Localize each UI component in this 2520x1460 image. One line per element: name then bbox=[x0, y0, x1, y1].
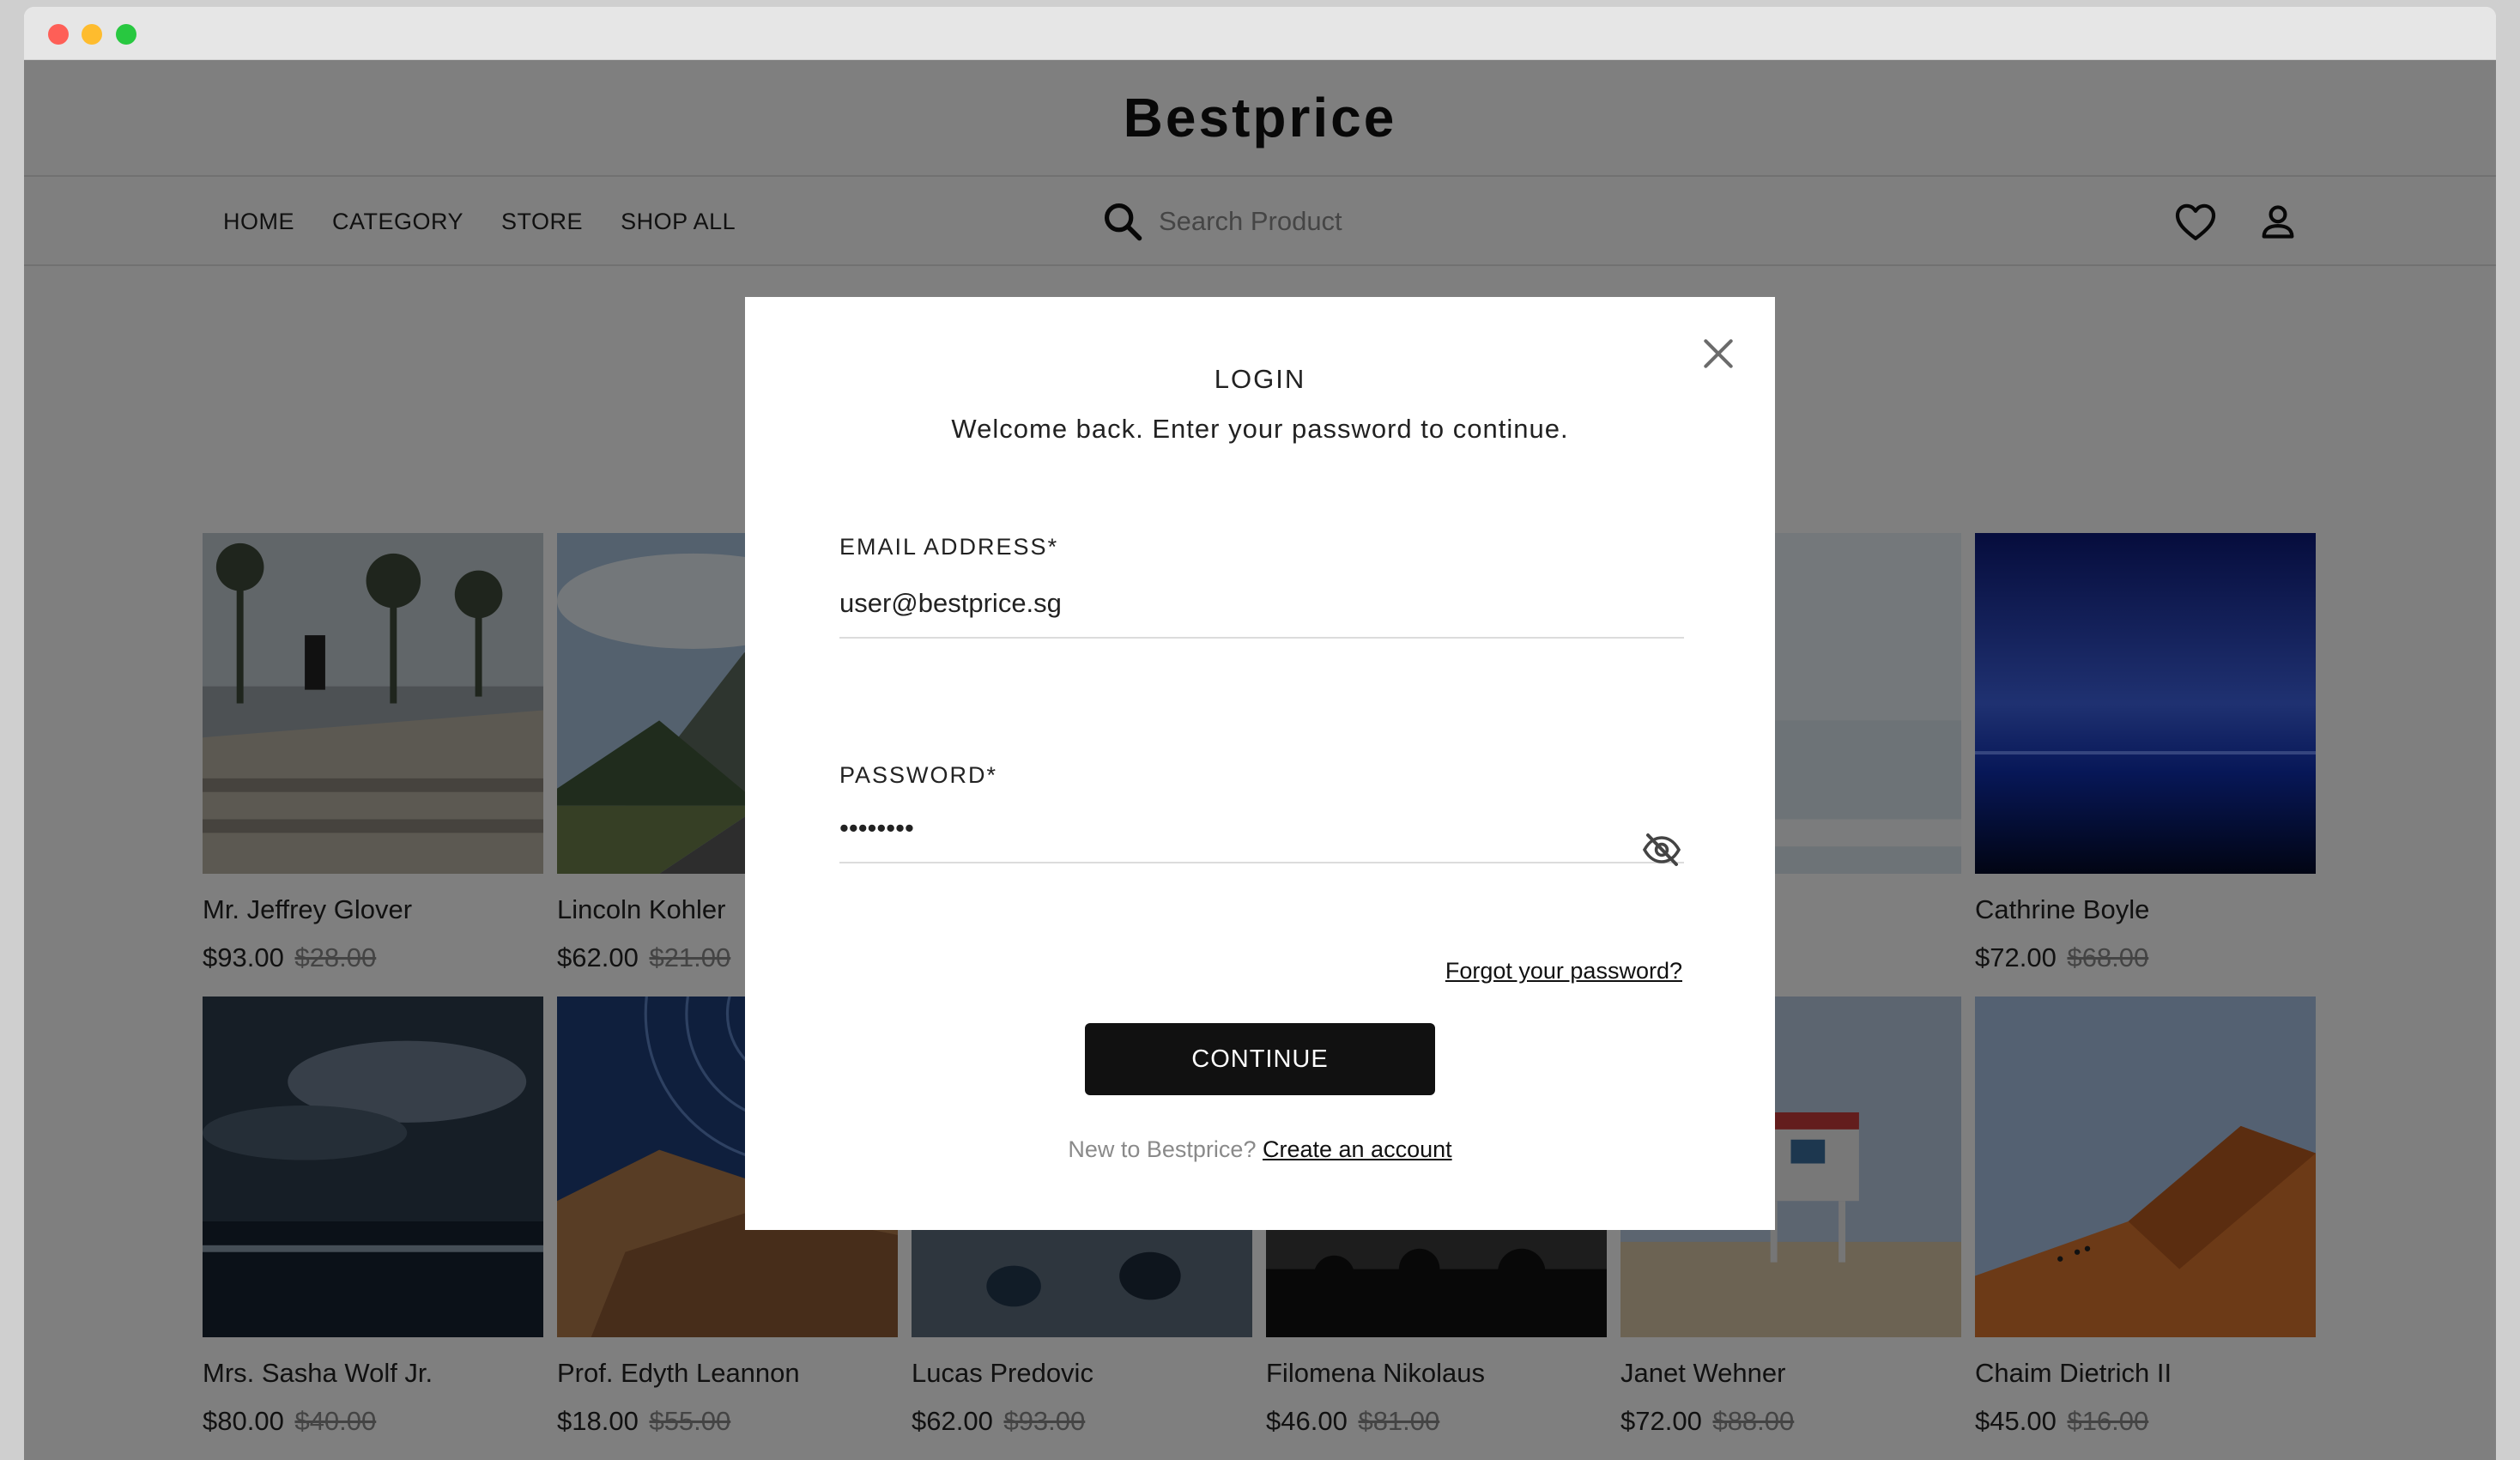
window-titlebar bbox=[24, 7, 2496, 60]
password-field[interactable] bbox=[839, 795, 1684, 863]
close-window-button[interactable] bbox=[48, 24, 69, 45]
create-account-link[interactable]: Create an account bbox=[1263, 1136, 1452, 1162]
browser-window: Bestprice HOME CATEGORY STORE SHOP ALL bbox=[24, 7, 2496, 1460]
login-modal: LOGIN Welcome back. Enter your password … bbox=[745, 297, 1775, 1230]
maximize-window-button[interactable] bbox=[116, 24, 136, 45]
signup-prompt: New to Bestprice? Create an account bbox=[745, 1136, 1775, 1163]
continue-button[interactable]: CONTINUE bbox=[1085, 1023, 1435, 1095]
store-page: Bestprice HOME CATEGORY STORE SHOP ALL bbox=[24, 60, 2496, 1460]
login-subtitle: Welcome back. Enter your password to con… bbox=[951, 414, 1569, 444]
email-label: EMAIL ADDRESS* bbox=[839, 534, 1059, 560]
eye-off-icon[interactable] bbox=[1641, 829, 1682, 870]
signup-prefix: New to Bestprice? bbox=[1068, 1136, 1257, 1162]
login-title: LOGIN bbox=[1214, 364, 1306, 394]
password-label: PASSWORD* bbox=[839, 762, 998, 788]
minimize-window-button[interactable] bbox=[82, 24, 102, 45]
email-field[interactable] bbox=[839, 570, 1684, 639]
forgot-password-link[interactable]: Forgot your password? bbox=[1445, 958, 1682, 984]
